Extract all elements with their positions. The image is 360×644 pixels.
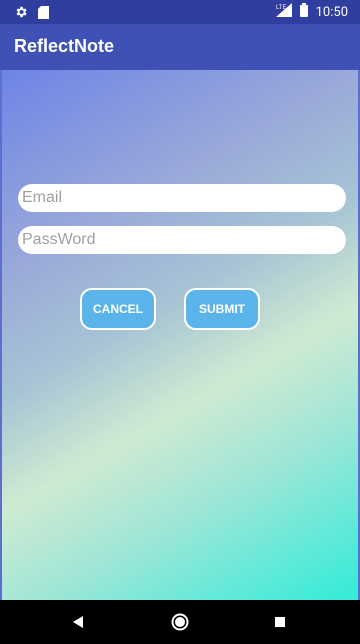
submit-button[interactable]: SUBMIT [184,288,260,330]
app-title: ReflectNote [14,36,115,56]
status-time: 10:50 [315,4,348,20]
cancel-button[interactable]: CANCEL [80,288,156,330]
email-field[interactable] [18,184,346,212]
gear-icon [14,4,28,23]
battery-icon [299,3,308,21]
status-left-icons [14,4,49,23]
home-icon[interactable] [166,608,194,636]
recents-icon[interactable] [266,608,294,636]
password-field[interactable] [18,226,346,254]
sd-card-icon [38,4,49,23]
signal-icon: LTE [275,3,292,21]
status-bar: LTE 10:50 [0,0,360,24]
screen: LTE 10:50 ReflectNote CANCEL SUBMIT [0,0,360,644]
network-label: LTE [276,5,287,11]
navigation-bar [0,600,360,644]
status-right-icons: LTE 10:50 [275,3,348,21]
login-form-area: CANCEL SUBMIT [0,70,360,600]
app-bar: ReflectNote [0,24,360,70]
back-icon[interactable] [64,608,92,636]
